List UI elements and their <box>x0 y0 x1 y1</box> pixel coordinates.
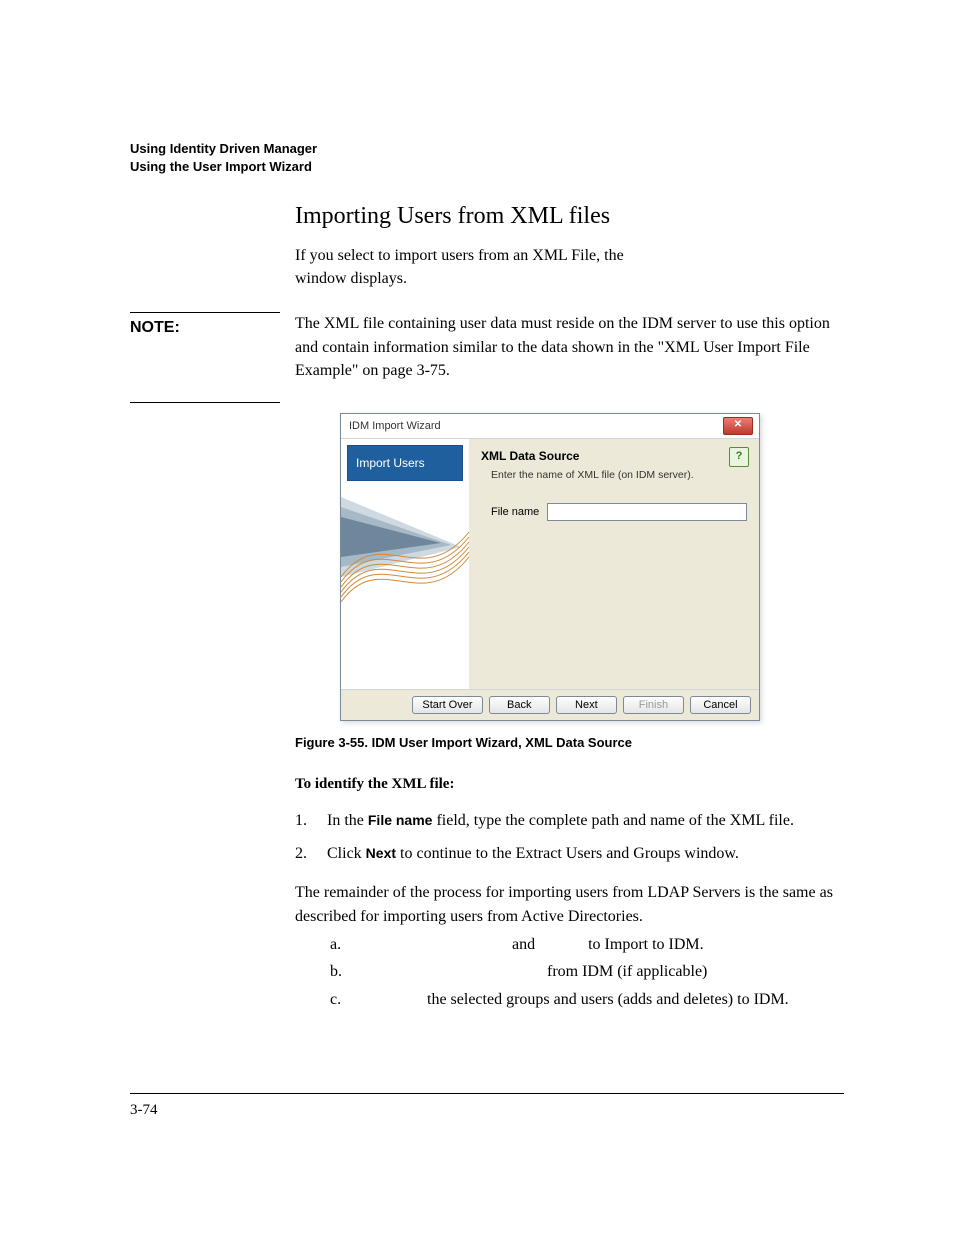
wizard-sidebar-image <box>341 487 469 689</box>
note-body: The XML file containing user data must r… <box>295 312 844 382</box>
wizard-subheading: Enter the name of XML file (on IDM serve… <box>491 469 747 481</box>
sublist-a-tail: to Import to IDM. <box>588 936 704 953</box>
sublist-a-letter: a. <box>330 932 348 958</box>
wizard-button-bar: Start Over Back Next Finish Cancel <box>341 689 759 720</box>
wizard-titlebar[interactable]: IDM Import Wizard ✕ <box>341 414 759 439</box>
sublist: a. and to Import to IDM. b. from IDM (if… <box>330 932 844 1013</box>
wizard-heading: XML Data Source <box>481 449 747 463</box>
header-line-1: Using Identity Driven Manager <box>130 140 844 158</box>
step-1-number: 1. <box>295 807 313 834</box>
help-icon[interactable]: ? <box>729 447 749 467</box>
file-name-input[interactable] <box>547 503 747 521</box>
footer-rule <box>130 1093 844 1094</box>
page-number: 3-74 <box>130 1102 844 1119</box>
section-title: Importing Users from XML files <box>295 203 844 230</box>
intro-part1: If you select to import users from an XM… <box>295 247 624 264</box>
figure-caption: Figure 3-55. IDM User Import Wizard, XML… <box>295 735 844 750</box>
finish-button: Finish <box>623 696 684 714</box>
next-button[interactable]: Next <box>556 696 617 714</box>
sublist-a-mid: and <box>512 936 535 953</box>
wizard-main-panel: ? XML Data Source Enter the name of XML … <box>469 439 759 689</box>
start-over-button[interactable]: Start Over <box>412 696 483 714</box>
note-rule-bottom <box>130 402 280 403</box>
step-2-number: 2. <box>295 840 313 867</box>
step-1-text-a: In the <box>327 812 368 829</box>
sublist-a: a. and to Import to IDM. <box>330 932 844 958</box>
sublist-c-letter: c. <box>330 987 348 1013</box>
remainder-paragraph: The remainder of the process for importi… <box>295 881 844 927</box>
step-2-bold: Next <box>366 845 396 861</box>
wizard-title: IDM Import Wizard <box>349 420 441 432</box>
header-line-2: Using the User Import Wizard <box>130 158 844 176</box>
note-label: NOTE: <box>130 319 280 337</box>
sublist-b-letter: b. <box>330 959 348 985</box>
close-icon[interactable]: ✕ <box>723 417 753 435</box>
step-1-text-c: field, type the complete path and name o… <box>432 812 794 829</box>
step-2: 2. Click Next to continue to the Extract… <box>295 840 844 867</box>
step-1: 1. In the File name field, type the comp… <box>295 807 844 834</box>
ordered-steps: 1. In the File name field, type the comp… <box>295 807 844 867</box>
abstract-graphic-icon <box>341 487 469 607</box>
step-2-text-c: to continue to the Extract Users and Gro… <box>396 845 739 862</box>
file-name-label: File name <box>491 506 539 518</box>
sublist-c: c. the selected groups and users (adds a… <box>330 987 844 1013</box>
intro-part2: window displays. <box>295 270 407 287</box>
page-header: Using Identity Driven Manager Using the … <box>130 140 844 175</box>
wizard-step-import-users[interactable]: Import Users <box>347 445 463 481</box>
intro-paragraph: If you select to import users from an XM… <box>295 244 844 290</box>
sublist-c-tail: the selected groups and users (adds and … <box>427 991 789 1008</box>
step-1-bold: File name <box>368 812 433 828</box>
note-block: NOTE: The XML file containing user data … <box>130 312 844 382</box>
sublist-b-tail: from IDM (if applicable) <box>547 963 707 980</box>
wizard-sidebar: Import Users <box>341 439 469 689</box>
wizard-dialog: IDM Import Wizard ✕ Import Users <box>340 413 760 721</box>
step-2-text-a: Click <box>327 845 366 862</box>
sublist-b: b. from IDM (if applicable) <box>330 959 844 985</box>
note-rule-top <box>130 312 280 313</box>
back-button[interactable]: Back <box>489 696 550 714</box>
cancel-button[interactable]: Cancel <box>690 696 751 714</box>
identify-heading: To identify the XML file: <box>295 776 844 793</box>
